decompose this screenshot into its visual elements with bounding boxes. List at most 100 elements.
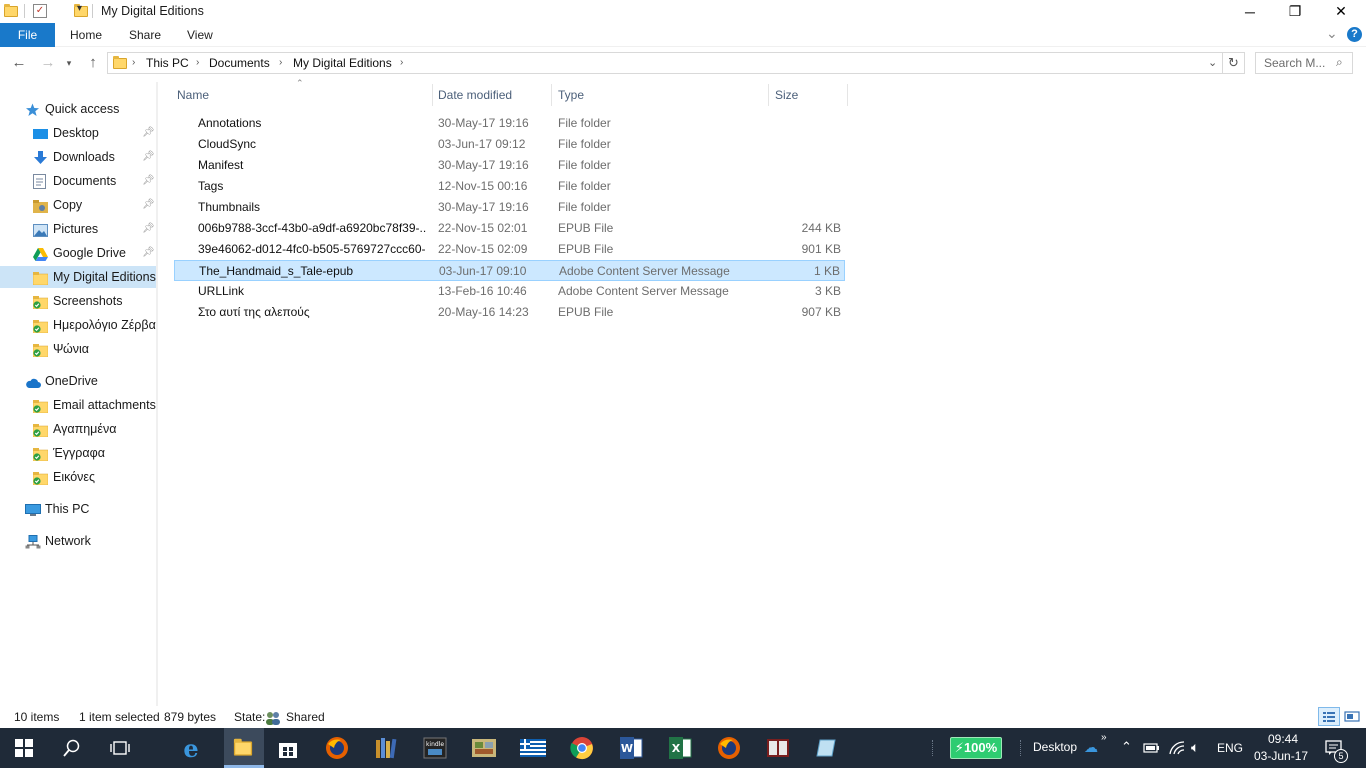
sidebar-item-downloads[interactable]: Downloads 📌︎ [0, 146, 156, 168]
search-icon[interactable] [58, 734, 86, 762]
close-button[interactable]: ✕ [1318, 0, 1364, 23]
forward-arrow-icon[interactable]: → [38, 54, 58, 72]
sidebar-item-quick-9[interactable]: Ψώνια [0, 338, 156, 360]
details-view-button[interactable] [1318, 707, 1340, 726]
column-header-size[interactable]: Size [775, 84, 798, 106]
power-plug-icon[interactable] [1143, 741, 1161, 754]
recent-locations-chevron-icon[interactable]: ▾ [62, 54, 76, 72]
table-row[interactable]: Manifest 30-May-17 19:16 File folder [174, 155, 845, 176]
breadcrumb-my-digital-editions[interactable]: My Digital Editions [293, 53, 392, 73]
firefox-developer-icon[interactable] [715, 734, 743, 762]
battery-widget[interactable]: ⚡100% [950, 737, 1002, 759]
tab-view[interactable]: View [173, 23, 227, 47]
minimize-button[interactable]: ─ [1227, 0, 1273, 23]
column-header-name[interactable]: Name [177, 84, 209, 106]
file-name: Annotations [198, 116, 262, 130]
sidebar-item-network[interactable]: Network [0, 530, 156, 552]
expand-ribbon-chevron-icon[interactable]: ⌄ [1326, 25, 1338, 42]
sidebar-item-onedrive-1[interactable]: Αγαπημένα [0, 418, 156, 440]
sidebar-item-screenshots[interactable]: Screenshots [0, 290, 156, 312]
tab-share[interactable]: Share [115, 23, 175, 47]
table-row[interactable]: 006b9788-3ccf-43b0-a9df-a6920bc78f39-...… [174, 218, 845, 239]
game-app-icon[interactable] [470, 734, 498, 762]
table-row[interactable]: Annotations 30-May-17 19:16 File folder [174, 113, 845, 134]
excel-icon[interactable]: X [666, 734, 694, 762]
task-view-icon[interactable] [106, 734, 134, 762]
sidebar-item-pictures[interactable]: Pictures 📌︎ [0, 218, 156, 240]
sidebar-item-desktop[interactable]: Desktop 📌︎ [0, 122, 156, 144]
customize-toolbar-chevron-icon[interactable]: ▾ [77, 3, 82, 14]
table-row[interactable]: Thumbnails 30-May-17 19:16 File folder [174, 197, 845, 218]
address-history-chevron-icon[interactable]: ⌄ [1208, 53, 1217, 73]
column-divider[interactable] [847, 84, 848, 106]
desktop-toolbar-label[interactable]: Desktop [1033, 740, 1077, 754]
start-button[interactable] [10, 734, 38, 762]
search-icon[interactable]: ⌕ [1336, 55, 1343, 70]
navigation-pane-scrollbar[interactable] [156, 82, 158, 706]
help-icon[interactable]: ? [1347, 27, 1362, 42]
downloads-arrow-icon [33, 150, 48, 164]
sidebar-item-onedrive[interactable]: OneDrive [0, 370, 156, 392]
column-header-type[interactable]: Type [558, 84, 584, 106]
column-divider[interactable] [551, 84, 552, 106]
file-type: File folder [558, 137, 611, 151]
show-hidden-icons-chevron-icon[interactable]: ⌃ [1121, 739, 1132, 755]
properties-icon[interactable]: ✓ [33, 4, 47, 18]
store-icon[interactable] [274, 734, 302, 762]
sidebar-item-onedrive-3[interactable]: Εικόνες [0, 466, 156, 488]
notes-app-icon[interactable] [813, 734, 841, 762]
table-row[interactable]: URLLink 13-Feb-16 10:46 Adobe Content Serv… [174, 281, 845, 302]
edge-browser-icon[interactable]: e [177, 734, 205, 763]
address-bar[interactable]: › This PC › Documents › My Digital Editi… [107, 52, 1223, 74]
sidebar-item-copy[interactable]: Copy 📌︎ [0, 194, 156, 216]
file-date-modified: 20-May-16 14:23 [438, 305, 529, 319]
sidebar-item-onedrive-2[interactable]: Έγγραφα [0, 442, 156, 464]
clock-date[interactable]: 03-Jun-17 [1254, 749, 1308, 763]
table-row[interactable]: Tags 12-Nov-15 00:16 File folder [174, 176, 845, 197]
selection-count: 1 item selected [79, 710, 160, 724]
refresh-icon[interactable]: ↻ [1223, 52, 1245, 74]
volume-icon[interactable]: 🔈︎ [1191, 739, 1199, 756]
sidebar-item-onedrive-0[interactable]: Email attachments [0, 394, 156, 416]
file-size: 3 KB [814, 284, 841, 298]
table-row[interactable]: The_Handmaid_s_Tale-epub 03-Jun-17 09:10 A… [174, 260, 845, 281]
large-icons-view-button[interactable] [1343, 708, 1361, 725]
sidebar-item-quick-8[interactable]: Ημερολόγιο Ζέρβα [0, 314, 156, 336]
maximize-button[interactable]: ❐ [1272, 0, 1318, 23]
toolbar-expand-chevron-icon[interactable]: » [1101, 732, 1107, 743]
sidebar-item-quick-access[interactable]: Quick access [0, 98, 156, 120]
up-arrow-icon[interactable]: ↑ [83, 54, 103, 72]
breadcrumb-this-pc[interactable]: This PC [146, 53, 189, 73]
digital-editions-icon[interactable] [764, 734, 792, 762]
table-row[interactable]: CloudSync 03-Jun-17 09:12 File folder [174, 134, 845, 155]
breadcrumb-documents[interactable]: Documents [209, 53, 270, 73]
back-arrow-icon[interactable]: ← [9, 54, 29, 72]
breadcrumb-separator-icon[interactable]: › [132, 53, 135, 73]
greek-flag-icon[interactable] [519, 734, 547, 762]
file-explorer-taskbar-button[interactable] [224, 728, 264, 768]
breadcrumb-separator-icon[interactable]: › [196, 53, 199, 73]
breadcrumb-separator-icon[interactable]: › [400, 53, 403, 73]
column-header-date-modified[interactable]: Date modified [438, 84, 512, 106]
word-icon[interactable]: W [617, 734, 645, 762]
breadcrumb-separator-icon[interactable]: › [279, 53, 282, 73]
sidebar-item-documents[interactable]: Documents 📌︎ [0, 170, 156, 192]
table-row[interactable]: 39e46062-d012-4fc0-b505-5769727ccc60-...… [174, 239, 845, 260]
kindle-icon[interactable]: kindle [421, 734, 449, 762]
table-row[interactable]: Στο αυτί της αλεπούς 20-May-16 14:23 EPUB … [174, 302, 845, 323]
sidebar-item-google-drive[interactable]: Google Drive 📌︎ [0, 242, 156, 264]
library-app-icon[interactable] [372, 734, 400, 762]
sidebar-item-this-pc[interactable]: This PC [0, 498, 156, 520]
language-indicator[interactable]: ENG [1217, 741, 1243, 755]
tab-file[interactable]: File [0, 23, 55, 47]
chrome-icon[interactable] [568, 734, 596, 762]
star-icon [25, 102, 40, 116]
column-divider[interactable] [768, 84, 769, 106]
tab-home[interactable]: Home [56, 23, 116, 47]
wifi-icon[interactable] [1168, 740, 1186, 756]
firefox-icon[interactable] [323, 734, 351, 762]
onedrive-tray-icon[interactable]: ☁ [1084, 739, 1098, 756]
clock-time[interactable]: 09:44 [1268, 732, 1298, 746]
column-divider[interactable] [432, 84, 433, 106]
sidebar-item-my-digital-editions[interactable]: My Digital Editions [0, 266, 156, 288]
